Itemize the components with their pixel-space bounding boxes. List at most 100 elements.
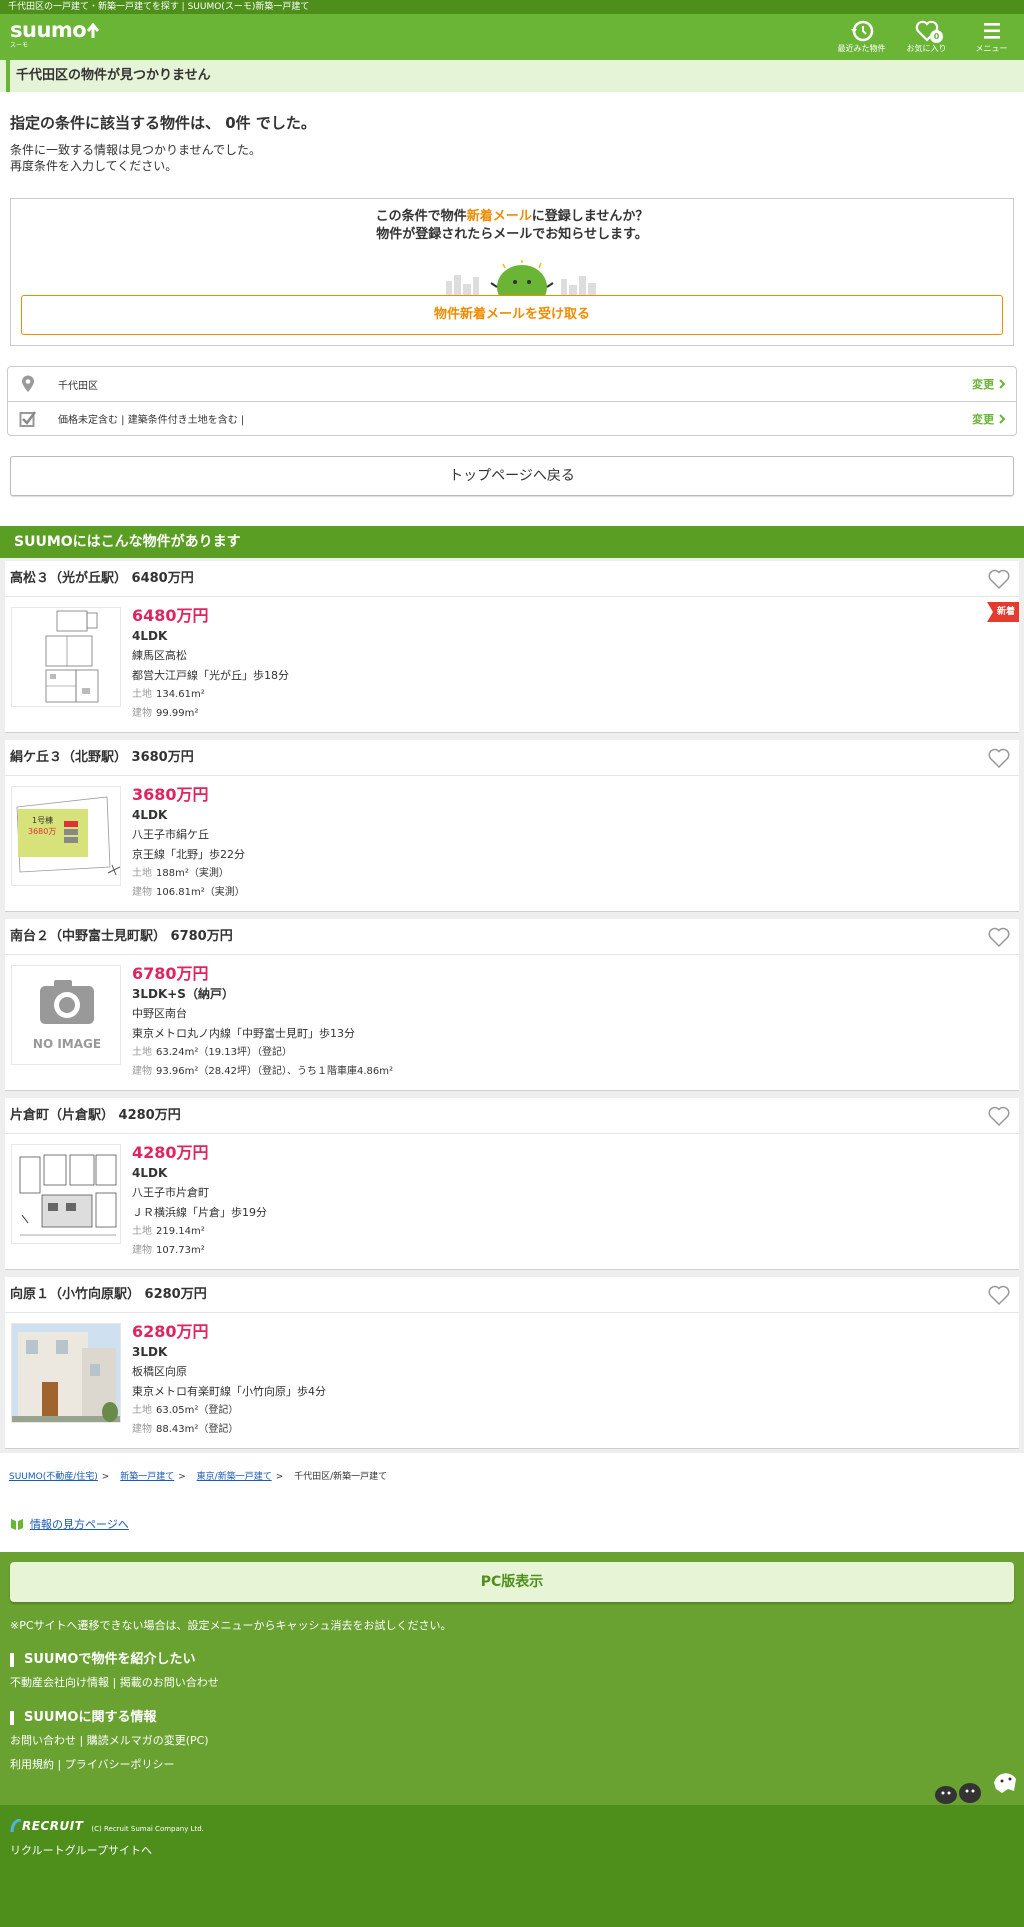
floorplan-thumbnail[interactable]: [11, 607, 121, 707]
listing-title[interactable]: 片倉町（片倉駅） 4280万円: [5, 1098, 1019, 1134]
listing-land: 土地 219.14m²: [132, 1225, 205, 1237]
floorplan-thumbnail[interactable]: [11, 1144, 121, 1244]
listing-info: 6480万円 4LDK 練馬区高松 都営大江戸線「光が丘」歩18分 土地 134.…: [132, 605, 289, 723]
listing-address: 中野区南台: [132, 1007, 187, 1021]
condition-options[interactable]: 価格未定含む | 建築条件付き土地を含む | 変更: [8, 401, 1016, 435]
footer-links-realestate[interactable]: 不動産会社向け情報 | 掲載のお問い合わせ: [10, 1675, 1014, 1691]
listing-price: 3680万円: [132, 785, 209, 804]
footer-note: ※PCサイトへ遷移できない場合は、設定メニューからキャッシュ消去をお試しください…: [10, 1619, 452, 1632]
listing-title[interactable]: 南台２（中野富士見町駅） 6780万円: [5, 919, 1019, 955]
menu-button[interactable]: メニュー: [959, 14, 1024, 60]
page-title-bar: 千代田区の一戸建て・新築一戸建てを探す | SUUMO(スーモ)新築一戸建て: [0, 0, 1024, 14]
suumo-mascot-icon: [446, 260, 596, 297]
favorites-label: お気に入り: [906, 44, 947, 53]
listing-layout: 4LDK: [132, 808, 168, 822]
listing-building: 建物 88.43m²（登記）: [132, 1424, 239, 1436]
listing-title[interactable]: 絹ケ丘３（北野駅） 3680万円: [5, 740, 1019, 776]
result-line1: 条件に一致する情報は見つかりませんでした。: [10, 143, 262, 157]
listing-price: 6780万円: [132, 964, 209, 983]
favorite-heart-icon[interactable]: [987, 1284, 1011, 1306]
receive-mail-button[interactable]: 物件新着メールを受け取る: [21, 295, 1003, 335]
listing-price: 6480万円: [132, 606, 209, 625]
notice-text: 千代田区の物件が見つかりません: [6, 60, 1024, 92]
listing-card[interactable]: 絹ケ丘３（北野駅） 3680万円 1号棟 3680万 3680万円 4LDK 八…: [5, 740, 1019, 912]
hamburger-icon: [983, 23, 1000, 39]
new-badge: 新着: [986, 602, 1019, 622]
no-image-thumbnail[interactable]: NO IMAGE: [11, 965, 121, 1065]
book-icon: [11, 1519, 23, 1530]
footer-corporate: RECRUIT (C) Recruit Sumai Company Ltd. リ…: [0, 1805, 1024, 1927]
listing-building: 建物 99.99m²: [132, 708, 199, 720]
howto-link[interactable]: 情報の見方ページへ: [30, 1516, 129, 1532]
pc-version-button[interactable]: PC版表示: [10, 1562, 1014, 1602]
howto-link-row: 情報の見方ページへ: [0, 1516, 1024, 1532]
listing-info: 6280万円 3LDK 板橋区向原 東京メトロ有楽町線「小竹向原」歩4分 土地 6…: [132, 1321, 326, 1439]
listing-building: 建物 93.96m²（28.42坪）（登記）、うち１階車庫4.86m²: [132, 1066, 394, 1078]
listing-card[interactable]: 南台２（中野富士見町駅） 6780万円 NO IMAGE 6780万円 3LDK…: [5, 919, 1019, 1091]
condition-area[interactable]: 千代田区 変更: [8, 367, 1016, 401]
listing-price: 6280万円: [132, 1322, 209, 1341]
listing-info: 4280万円 4LDK 八王子市片倉町 ＪＲ横浜線「片倉」歩19分 土地 219.…: [132, 1142, 267, 1260]
siteplan-thumbnail[interactable]: 1号棟 3680万: [11, 786, 121, 886]
header-nav: 最近みた物件 0 お気に入り メニュー: [829, 14, 1024, 60]
listing-layout: 3LDK: [132, 1345, 168, 1359]
recruit-group-link[interactable]: リクルートグループサイトへ: [10, 1842, 1014, 1858]
favorite-heart-icon[interactable]: [987, 568, 1011, 590]
breadcrumb-link-tokyo[interactable]: 東京/新築一戸建て: [197, 1472, 272, 1482]
listing-body: 6280万円 3LDK 板橋区向原 東京メトロ有楽町線「小竹向原」歩4分 土地 6…: [5, 1313, 1019, 1448]
pin-icon: [18, 375, 38, 393]
listing-access: 東京メトロ丸ノ内線「中野富士見町」歩13分: [132, 1026, 355, 1040]
result-section: 指定の条件に該当する物件は、 0件 でした。 条件に一致する情報は見つかりません…: [0, 92, 1024, 174]
listing-card[interactable]: 向原１（小竹向原駅） 6280万円 6280万円 3LDK 板橋区向原 東京メト…: [5, 1277, 1019, 1449]
logo-kana: スーモ: [10, 42, 29, 49]
favorite-heart-icon[interactable]: [987, 1105, 1011, 1127]
breadcrumb-link-new-house[interactable]: 新築一戸建て: [120, 1472, 174, 1482]
condition-options-text: 価格未定含む | 建築条件付き土地を含む |: [58, 415, 245, 426]
recent-label: 最近みた物件: [837, 44, 886, 53]
favorite-heart-icon[interactable]: [987, 747, 1011, 769]
listing-land: 土地 63.05m²（登記）: [132, 1404, 239, 1416]
listing-access: 都営大江戸線「光が丘」歩18分: [132, 668, 289, 682]
listing-address: 練馬区高松: [132, 649, 187, 663]
breadcrumb-link-home[interactable]: SUUMO(不動産/住宅): [9, 1472, 98, 1482]
listing-body: 1号棟 3680万 3680万円 4LDK 八王子市絹ケ丘 京王線「北野」歩22…: [5, 776, 1019, 911]
condition-options-change[interactable]: 変更: [972, 411, 1006, 427]
listing-building: 建物 107.73m²: [132, 1245, 205, 1257]
copyright: (C) Recruit Sumai Company Ltd.: [91, 1825, 204, 1833]
result-line2: 再度条件を入力してください。: [10, 159, 178, 173]
suumo-logo[interactable]: suumo スーモ: [10, 18, 100, 50]
breadcrumb: SUUMO(不動産/住宅) > 新築一戸建て > 東京/新築一戸建て > 千代田区/新…: [9, 1472, 388, 1482]
listing-title[interactable]: 高松３（光が丘駅） 6480万円: [5, 561, 1019, 597]
mail-text: この条件で物件新着メールに登録しませんか？ 物件が登録されたらメールでお知らせし…: [375, 209, 649, 242]
listing-address: 八王子市片倉町: [132, 1186, 209, 1200]
svg-text:3680万: 3680万: [28, 827, 56, 836]
listing-card[interactable]: 片倉町（片倉駅） 4280万円 4280万円 4LDK 八王子市片倉町 ＪＲ横浜…: [5, 1098, 1019, 1270]
listing-address: 板橋区向原: [132, 1365, 187, 1379]
result-heading: 指定の条件に該当する物件は、 0件 でした。: [10, 114, 316, 132]
footer-heading-info: SUUMOに関する情報: [10, 1711, 1014, 1725]
footer-links-contact[interactable]: お問い合わせ | 購読メルマガの変更(PC): [10, 1733, 1014, 1749]
listing-layout: 4LDK: [132, 629, 168, 643]
house-photo-thumbnail[interactable]: [11, 1323, 121, 1423]
history-icon: [850, 20, 873, 42]
back-to-top-button[interactable]: トップページへ戻る: [10, 456, 1014, 496]
listing-title[interactable]: 向原１（小竹向原駅） 6280万円: [5, 1277, 1019, 1313]
condition-area-change[interactable]: 変更: [972, 376, 1006, 392]
favorites-button[interactable]: 0 お気に入り: [894, 14, 959, 60]
mascot-characters-icon: [935, 1773, 1016, 1804]
logo-word: suumo: [10, 18, 100, 42]
favorite-heart-icon[interactable]: [987, 926, 1011, 948]
listing-access: ＪＲ横浜線「片倉」歩19分: [132, 1205, 267, 1219]
listing-info: 3680万円 4LDK 八王子市絹ケ丘 京王線「北野」歩22分 土地 188m²（…: [132, 784, 245, 902]
listing-body: 6480万円 4LDK 練馬区高松 都営大江戸線「光が丘」歩18分 土地 134.…: [5, 597, 1019, 732]
listing-land: 土地 134.61m²: [132, 688, 205, 700]
listing-card[interactable]: 高松３（光が丘駅） 6480万円 6480万円 4LDK 練馬区高松 都営大江戸…: [5, 561, 1019, 733]
recruit-logo[interactable]: RECRUIT (C) Recruit Sumai Company Ltd.: [10, 1819, 1014, 1833]
footer-links-terms[interactable]: 利用規約 | プライバシーポリシー: [10, 1757, 1014, 1773]
favorites-count-badge: 0: [930, 30, 943, 43]
footer-heading-list: SUUMOで物件を紹介したい: [10, 1653, 1014, 1667]
recent-viewed-button[interactable]: 最近みた物件: [829, 14, 894, 60]
recruit-mark-icon: [10, 1819, 22, 1833]
listing-info: 6780万円 3LDK+S（納戸） 中野区南台 東京メトロ丸ノ内線「中野富士見町…: [132, 963, 393, 1081]
menu-label: メニュー: [975, 44, 1008, 53]
